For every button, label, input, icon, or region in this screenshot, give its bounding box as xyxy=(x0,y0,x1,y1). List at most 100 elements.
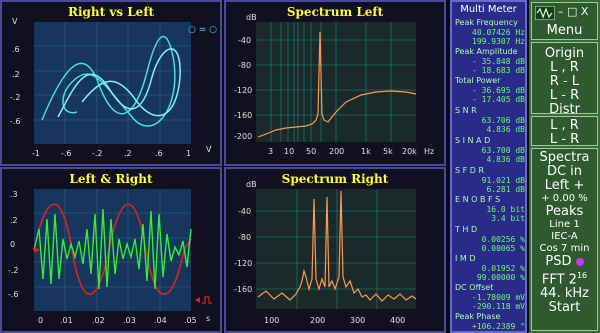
dc-offset-left: -1.78009 mV xyxy=(472,293,525,302)
peak-frequency-left: 40.07426 Hz xyxy=(472,28,525,37)
spectrum-left-ytick: -120 xyxy=(234,86,252,95)
spectrum-right-plot[interactable]: dB -40 -80 -120 -160 100 200 300 400 xyxy=(226,169,444,331)
spectrum-left-ytick: -160 xyxy=(234,111,252,120)
dc-offset-label: DC Offset xyxy=(455,283,494,292)
sfdr-left: 91.021 dB xyxy=(481,176,525,185)
spectrum-left-xtick: 1k xyxy=(361,147,371,156)
total-power-label: Total Power xyxy=(455,76,501,85)
channel-lr[interactable]: L , R xyxy=(532,119,597,133)
menu-button[interactable]: Menu xyxy=(532,24,597,38)
start-button[interactable]: Start xyxy=(532,301,597,315)
trigger-mode-icon[interactable] xyxy=(195,296,212,304)
spectrum-left-xtick: 3 xyxy=(268,147,273,156)
spectrum-left-ytick: -40 xyxy=(238,36,251,45)
snr-left: 63.706 dB xyxy=(481,116,525,125)
time-xtick: .03 xyxy=(123,316,136,325)
xy-tick: -.2 xyxy=(92,149,103,158)
sinad-right: 4.836 dB xyxy=(486,155,525,164)
spectrum-right-xtick: 100 xyxy=(264,316,279,325)
snr-label: S N R xyxy=(455,106,477,115)
xy-panel: Right vs Left V .6.2 -.2 -.6 -1 -.6 -.2 .2… xyxy=(0,0,222,166)
peaks-button[interactable]: Peaks xyxy=(532,205,597,219)
spectra-label[interactable]: Spectra xyxy=(532,151,597,165)
svg-text:-.2: -.2 xyxy=(8,266,19,275)
origin-lr[interactable]: L , R xyxy=(532,61,597,75)
control-panel: – □ X Menu Origin L , R R - L L - R Dist… xyxy=(529,0,600,333)
xy-plot[interactable]: V .6 .2 -.2 -.6 -1 -.6 -.2 .2 .6 1 V ○ = ○ xyxy=(2,2,220,164)
spectrum-left-ytick: -200 xyxy=(234,132,252,141)
sample-rate[interactable]: 44. kHz xyxy=(532,287,597,301)
spectrum-left-xtick: 200 xyxy=(329,147,344,156)
window-buttons[interactable]: – □ X xyxy=(558,5,588,19)
svg-text:0: 0 xyxy=(10,240,15,249)
time-xtick: .01 xyxy=(60,316,73,325)
xy-x-axis-label: V xyxy=(206,145,212,154)
spectrum-left-xtick: 10 xyxy=(284,147,294,156)
svg-text:-.6: -.6 xyxy=(10,117,21,126)
imd-left: 0.01952 % xyxy=(481,264,525,273)
psd-label: PSD xyxy=(545,254,572,269)
spectrum-left-ytick: -80 xyxy=(238,61,251,70)
channel-l-minus-r[interactable]: L - R xyxy=(532,133,597,147)
svg-text:-.2: -.2 xyxy=(10,93,21,102)
time-xtick: 0 xyxy=(38,316,43,325)
enob-left: 16.0 bit xyxy=(486,205,525,214)
spectrum-right-ytick: -160 xyxy=(234,285,252,294)
thd-right: 0.00065 % xyxy=(481,244,525,253)
fft-size[interactable]: FFT 216 xyxy=(532,269,597,287)
meter-title: Multi Meter xyxy=(460,4,517,15)
sfdr-label: S F D R xyxy=(455,166,485,175)
time-x-unit: s xyxy=(206,314,210,323)
spectrum-right-ytick: -120 xyxy=(234,259,252,268)
svg-text:-.6: -.6 xyxy=(8,290,19,299)
peak-frequency-right: 199.9307 Hz xyxy=(472,37,525,46)
xy-legend: ○ = ○ xyxy=(188,25,217,35)
origin-box[interactable]: Origin L , R R - L L - R Distr xyxy=(531,42,598,117)
time-panel: Left & Right .3.2 0 -.2 -.6 0 .01 .02 .03 .… xyxy=(0,167,222,333)
app-logo-icon xyxy=(535,6,555,20)
fft-label: FFT 2 xyxy=(541,272,577,288)
origin-label[interactable]: Origin xyxy=(532,47,597,61)
fft-exponent: 16 xyxy=(576,271,588,280)
xy-y-axis-label: V xyxy=(12,17,18,26)
time-plot[interactable]: .3 .2 0 -.2 -.6 0 .01 .02 .03 .04 .05 s xyxy=(2,169,220,331)
spectrum-left-x-unit: Hz xyxy=(424,147,434,156)
enob-label: E N O B F S xyxy=(455,195,501,204)
dc-offset-right: -290.118 mV xyxy=(472,302,525,311)
spectrum-left-panel: Spectrum Left dB -40 -80 -120 -160 -200 … xyxy=(224,0,446,166)
weighting-setting[interactable]: IEC-A xyxy=(532,231,597,243)
svg-text:.2: .2 xyxy=(12,70,20,79)
peak-amplitude-right: - 18.683 dB xyxy=(472,66,525,75)
spectrum-right-panel: Spectrum Right dB -40 -80 -120 -160 100 … xyxy=(224,167,446,333)
line-setting[interactable]: Line 1 xyxy=(532,219,597,231)
time-xtick: .05 xyxy=(184,316,197,325)
spectrum-left-xtick: 5k xyxy=(383,147,393,156)
xy-tick: .2 xyxy=(124,149,132,158)
thd-left: 0.00256 % xyxy=(481,235,525,244)
sinad-left: 63.700 dB xyxy=(481,146,525,155)
spectrum-right-unit: dB xyxy=(246,180,257,189)
svg-text:.6: .6 xyxy=(12,45,20,54)
spectrum-right-xtick: 400 xyxy=(390,316,405,325)
channel-box[interactable]: L , R L - R xyxy=(531,116,598,147)
peak-amplitude-left: - 35.848 dB xyxy=(472,57,525,66)
spectrum-left-xtick: 20k xyxy=(402,147,417,156)
spectra-box: Spectra DC in Left + + 0.00 % Peaks Line… xyxy=(531,148,598,331)
origin-l-minus-r[interactable]: L - R xyxy=(532,89,597,103)
psd-toggle[interactable]: PSD xyxy=(532,255,597,269)
origin-r-minus-l[interactable]: R - L xyxy=(532,75,597,89)
enob-right: 3.4 bit xyxy=(491,214,525,223)
spectrum-left-xtick: 50 xyxy=(306,147,316,156)
peak-phase-label: Peak Phase xyxy=(455,312,501,321)
total-power-right: - 17.405 dB xyxy=(472,95,525,104)
dc-in-label[interactable]: DC in xyxy=(532,165,597,179)
xy-tick: -1 xyxy=(32,149,40,158)
left-plus-label[interactable]: Left + xyxy=(532,179,597,193)
origin-distr[interactable]: Distr xyxy=(532,103,597,117)
xy-tick: .6 xyxy=(155,149,163,158)
menu-box: – □ X Menu xyxy=(531,2,598,40)
peak-amplitude-label: Peak Amplitude xyxy=(455,47,518,56)
spectrum-right-xtick: 300 xyxy=(350,316,365,325)
spectrum-left-plot[interactable]: dB -40 -80 -120 -160 -200 3 10 50 200 1k… xyxy=(226,2,444,164)
spectrum-left-unit: dB xyxy=(246,13,257,22)
